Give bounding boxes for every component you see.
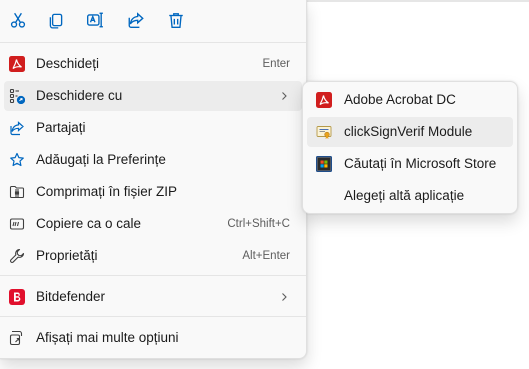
chevron-right-icon (282, 92, 287, 100)
copy-icon (49, 13, 63, 29)
menu-item-open-with[interactable]: Deschidere cu (4, 81, 302, 111)
trash-icon (169, 13, 183, 28)
delete-button[interactable] (160, 4, 192, 36)
copy-button[interactable] (40, 4, 72, 36)
submenu-item-choose-another-app[interactable]: Alegeți altă aplicație (307, 181, 513, 211)
menu-item-label: Afișați mai multe opțiuni (36, 330, 179, 345)
more-options-icon (9, 330, 25, 346)
copy-path-icon (9, 216, 25, 232)
submenu-item-label: clickSignVerif Module (344, 124, 473, 139)
share-icon (128, 12, 144, 28)
certificate-icon (316, 124, 332, 140)
pdf-icon (9, 56, 25, 72)
menu-item-compress-zip[interactable]: Comprimați în fișier ZIP (4, 177, 302, 207)
chevron-right-icon (282, 293, 287, 301)
menu-item-label: Copiere ca o cale (36, 216, 142, 231)
menu-item-bitdefender[interactable]: Bitdefender (4, 282, 302, 312)
cut-button[interactable] (2, 4, 34, 36)
submenu-item-label: Alegeți altă aplicație (344, 188, 465, 203)
star-icon (9, 152, 25, 168)
open-with-submenu: Adobe Acrobat DC clickSignVerif Module C… (302, 81, 518, 214)
rename-icon (87, 12, 103, 28)
rename-button[interactable] (79, 4, 111, 36)
submenu-item-microsoft-store[interactable]: Căutați în Microsoft Store (307, 149, 513, 179)
menu-separator (0, 316, 306, 317)
menu-item-add-to-favorites[interactable]: Adăugați la Preferințe (4, 145, 302, 175)
menu-item-shortcut: Alt+Enter (242, 250, 290, 262)
menu-item-open[interactable]: Deschideți Enter (4, 49, 302, 79)
microsoft-store-icon (316, 156, 332, 172)
share-icon (9, 120, 25, 136)
menu-item-label: Comprimați în fișier ZIP (36, 184, 178, 199)
share-button[interactable] (120, 4, 152, 36)
submenu-item-label: Adobe Acrobat DC (344, 92, 456, 107)
submenu-item-clicksignverif[interactable]: clickSignVerif Module (307, 117, 513, 147)
menu-item-label: Bitdefender (36, 289, 106, 304)
menu-item-label: Deschidere cu (36, 88, 123, 103)
wrench-icon (9, 248, 25, 264)
menu-item-share[interactable]: Partajați (4, 113, 302, 143)
menu-item-copy-as-path[interactable]: Copiere ca o cale Ctrl+Shift+C (4, 209, 302, 239)
submenu-item-adobe-acrobat[interactable]: Adobe Acrobat DC (307, 85, 513, 115)
menu-item-show-more-options[interactable]: Afișați mai multe opțiuni (4, 323, 302, 353)
submenu-item-label: Căutați în Microsoft Store (344, 156, 497, 171)
menu-item-properties[interactable]: Proprietăți Alt+Enter (4, 241, 302, 271)
menu-item-label: Proprietăți (36, 248, 98, 263)
open-with-icon (9, 88, 25, 104)
zip-folder-icon (9, 184, 25, 200)
menu-item-label: Deschideți (36, 56, 100, 71)
menu-item-shortcut: Enter (262, 58, 291, 70)
menu-item-shortcut: Ctrl+Shift+C (227, 218, 290, 230)
toolbar-separator (0, 42, 306, 43)
menu-item-label: Adăugați la Preferințe (36, 152, 166, 167)
bitdefender-icon (9, 289, 25, 305)
context-menu-toolbar (0, 0, 306, 40)
context-menu: Deschideți Enter Deschidere cu Partajați… (0, 0, 307, 359)
window-edge (306, 0, 529, 2)
menu-item-label: Partajați (36, 120, 86, 135)
acrobat-icon (316, 92, 332, 108)
scissors-icon (10, 12, 26, 28)
menu-separator (0, 275, 306, 276)
